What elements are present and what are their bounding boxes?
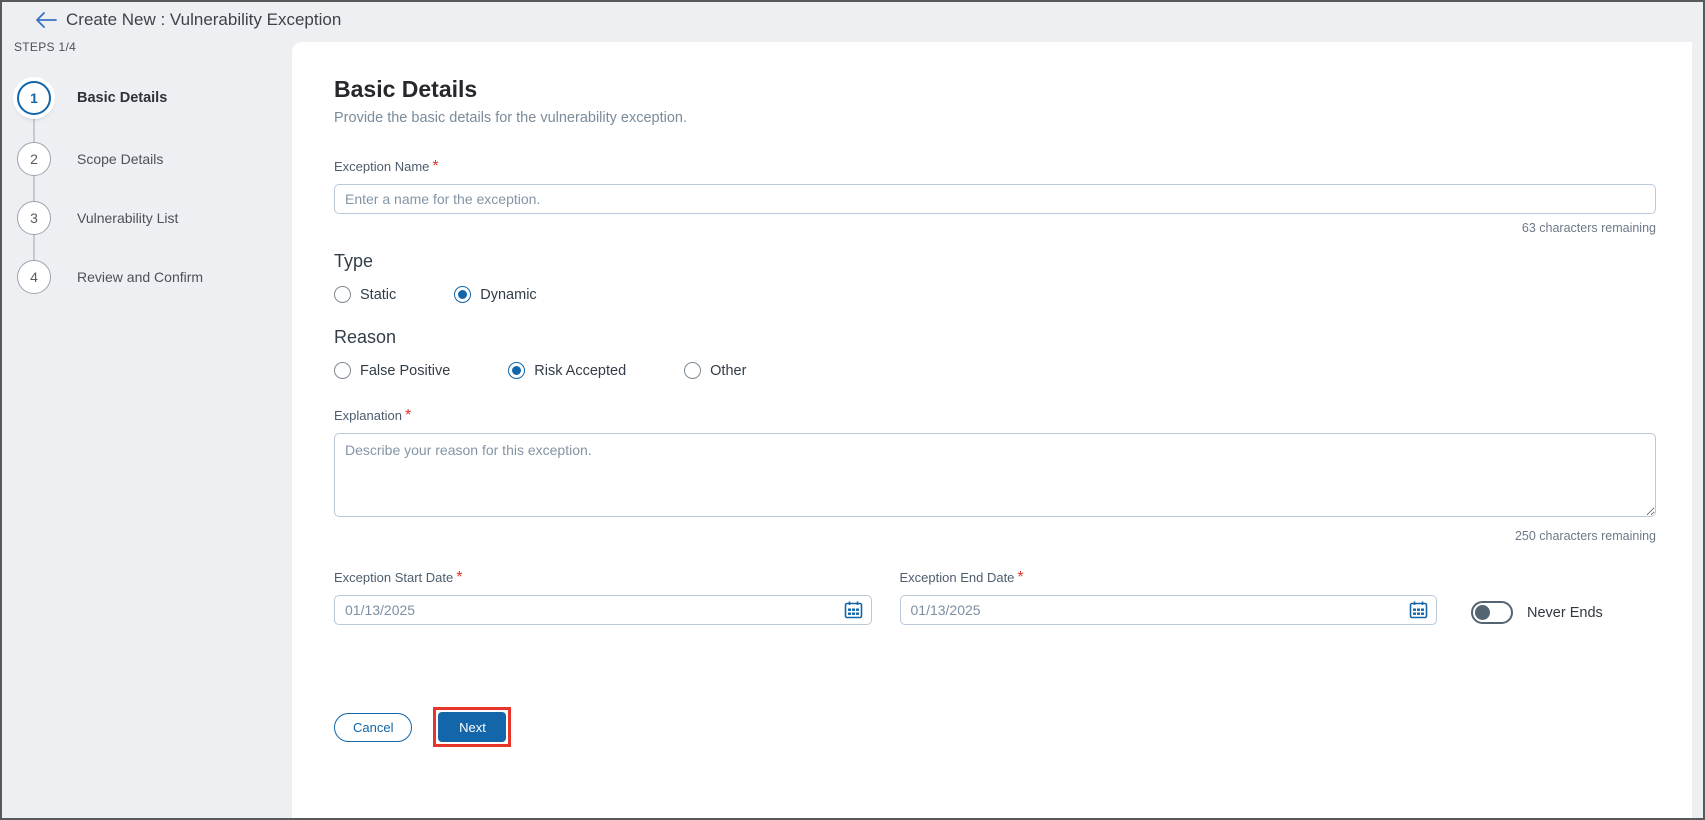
reason-radio-group: False Positive Risk Accepted Other xyxy=(334,362,1656,379)
radio-icon xyxy=(334,362,351,379)
back-arrow-icon[interactable] xyxy=(34,8,58,32)
basic-details-panel: Basic Details Provide the basic details … xyxy=(292,42,1692,818)
never-ends-label: Never Ends xyxy=(1527,604,1603,621)
type-radio-static[interactable]: Static xyxy=(334,286,396,303)
exception-name-label: Exception Name xyxy=(334,159,430,174)
step-label: Review and Confirm xyxy=(77,269,204,285)
start-date-label: Exception Start Date xyxy=(334,570,454,585)
next-button[interactable]: Next xyxy=(438,712,507,742)
cancel-button[interactable]: Cancel xyxy=(334,712,413,742)
section-subtitle: Provide the basic details for the vulner… xyxy=(334,110,688,126)
step-number-badge: 2 xyxy=(17,142,51,176)
page-title: Create New : Vulnerability Exception xyxy=(66,10,342,29)
radio-icon xyxy=(454,286,472,303)
end-date-label: Exception End Date xyxy=(899,570,1015,585)
step-vulnerability-list[interactable]: 3 Vulnerability List xyxy=(17,201,178,235)
required-asterisk: * xyxy=(432,158,439,175)
steps-progress-label: STEPS 1/4 xyxy=(14,40,77,54)
radio-icon xyxy=(508,362,526,379)
stepper-connector-line xyxy=(33,98,35,278)
step-review-confirm[interactable]: 4 Review and Confirm xyxy=(17,260,203,294)
name-chars-remaining: 63 characters remaining xyxy=(1521,221,1656,235)
exception-name-input[interactable] xyxy=(334,184,1656,214)
radio-label: Static xyxy=(360,286,397,303)
calendar-icon[interactable] xyxy=(844,601,863,620)
type-radio-group: Static Dynamic xyxy=(334,286,1656,303)
step-number-badge: 1 xyxy=(17,81,51,115)
step-label: Basic Details xyxy=(77,90,168,106)
reason-radio-risk-accepted[interactable]: Risk Accepted xyxy=(508,362,626,379)
radio-label: False Positive xyxy=(360,362,451,379)
reason-radio-false-positive[interactable]: False Positive xyxy=(334,362,450,379)
dates-row: Exception Start Date* Exc xyxy=(334,569,1656,625)
radio-label: Dynamic xyxy=(480,286,537,303)
next-button-highlight-box: Next xyxy=(433,707,512,747)
explanation-chars-remaining: 250 characters remaining xyxy=(1514,529,1656,543)
type-radio-dynamic[interactable]: Dynamic xyxy=(454,286,537,303)
step-number-badge: 3 xyxy=(17,201,51,235)
step-scope-details[interactable]: 2 Scope Details xyxy=(17,142,163,176)
type-heading: Type xyxy=(334,251,374,271)
step-number-badge: 4 xyxy=(17,260,51,294)
radio-label: Other xyxy=(710,362,747,379)
create-exception-window: Create New : Vulnerability Exception STE… xyxy=(0,0,1705,820)
required-asterisk: * xyxy=(1017,569,1024,586)
header-bar: Create New : Vulnerability Exception xyxy=(2,2,1703,38)
step-label: Vulnerability List xyxy=(77,210,179,226)
radio-label: Risk Accepted xyxy=(534,362,627,379)
never-ends-toggle[interactable] xyxy=(1471,601,1513,624)
radio-icon xyxy=(684,362,702,379)
end-date-input[interactable] xyxy=(899,595,1437,625)
radio-icon xyxy=(334,286,351,303)
action-buttons-row: Cancel Next xyxy=(334,707,1656,747)
step-label: Scope Details xyxy=(77,151,164,167)
calendar-icon[interactable] xyxy=(1409,601,1428,620)
start-date-input[interactable] xyxy=(334,595,872,625)
required-asterisk: * xyxy=(456,569,463,586)
explanation-label: Explanation xyxy=(334,408,402,423)
reason-heading: Reason xyxy=(334,327,397,347)
step-basic-details[interactable]: 1 Basic Details xyxy=(17,81,167,115)
required-asterisk: * xyxy=(404,407,412,424)
reason-radio-other[interactable]: Other xyxy=(684,362,746,379)
section-title: Basic Details xyxy=(334,76,478,102)
explanation-textarea[interactable] xyxy=(334,433,1656,517)
